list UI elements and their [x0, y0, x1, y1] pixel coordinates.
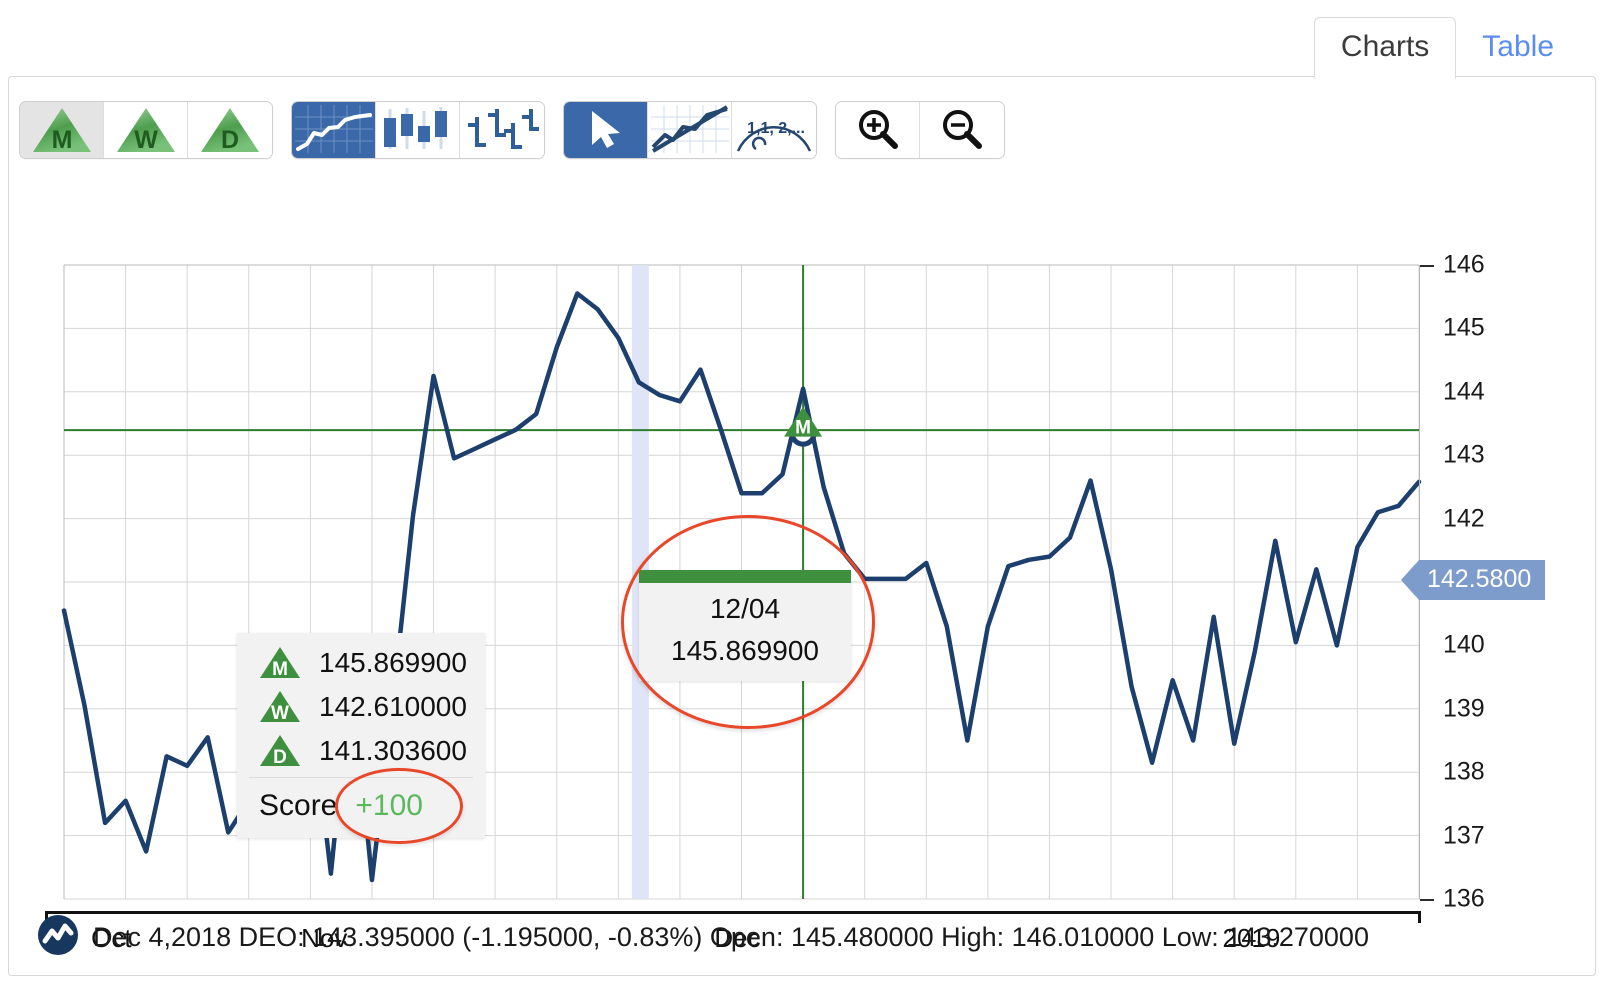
svg-text:W: W — [271, 703, 289, 724]
chart-type-button-candlestick[interactable] — [376, 102, 460, 158]
y-axis-tick-label: 140 — [1443, 630, 1485, 659]
svg-text:W: W — [134, 126, 158, 154]
cursor-arrow-icon — [566, 104, 645, 156]
status-quote-text: Dec 4,2018 DEO: 143.395000 (-1.195000, -… — [93, 922, 1369, 952]
fibonacci-label: 1,1, 2,... — [747, 120, 805, 137]
chart-wave-icon — [37, 914, 79, 961]
y-axis-tick-label: 146 — [1443, 250, 1485, 279]
status-bar: Dec 4,2018 DEO: 143.395000 (-1.195000, -… — [9, 914, 1595, 961]
svg-text:M: M — [272, 659, 288, 680]
zoom-in-button[interactable] — [836, 102, 920, 158]
charts-app: Charts Table M W D 1,1, 2,... M 146 145 … — [0, 0, 1604, 986]
callout-top-bar — [639, 570, 851, 583]
y-axis-tick-label: 144 — [1443, 377, 1485, 406]
line-chart-icon — [294, 104, 373, 156]
triangle-m-icon: M — [31, 106, 93, 154]
chart-type-button-line[interactable] — [292, 102, 376, 158]
tool-button-cursor[interactable] — [564, 102, 648, 158]
candlestick-chart-icon — [379, 105, 457, 156]
chart-area[interactable]: M 146145144143142141140139138137136 OctN… — [9, 175, 1595, 975]
svg-text:D: D — [221, 126, 239, 154]
chart-toolbar: M W D 1,1, 2,... — [19, 101, 1005, 159]
chart-type-button-group — [291, 101, 545, 159]
callout-date: 12/04 — [709, 593, 781, 624]
svg-text:M: M — [51, 126, 72, 154]
legend-value-monthly: 145.869900 — [319, 647, 467, 678]
legend-score-row: Score +100 — [237, 768, 485, 844]
y-axis-tick-dash — [1420, 265, 1434, 267]
tab-charts[interactable]: Charts — [1313, 17, 1457, 79]
triangle-d-icon: D — [259, 734, 301, 768]
legend-row-daily: D 141.303600 — [237, 729, 485, 773]
y-axis-tick-label: 145 — [1443, 313, 1485, 342]
zoom-in-icon — [850, 105, 906, 156]
timeframe-button-monthly[interactable]: M — [20, 102, 104, 158]
y-axis-tick-label: 137 — [1443, 821, 1485, 850]
tool-button-trendline[interactable] — [648, 102, 732, 158]
legend-row-weekly: W 142.610000 — [237, 685, 485, 729]
legend-value-daily: 141.303600 — [319, 735, 467, 766]
ohlc-bar-chart-icon — [463, 105, 541, 156]
zoom-out-icon — [934, 105, 990, 156]
y-axis-tick-label: 136 — [1443, 884, 1485, 913]
y-axis-tick-label: 142 — [1443, 504, 1485, 533]
tab-bar: Charts Table — [0, 0, 1604, 79]
chart-panel: M W D 1,1, 2,... M 146 145 144 143 142 1… — [8, 76, 1596, 976]
svg-text:M: M — [795, 418, 811, 439]
fibonacci-icon: 1,1, 2,... — [734, 105, 814, 156]
legend-row-monthly: M 145.869900 — [237, 641, 485, 685]
timeframe-button-group: M W D — [19, 101, 273, 159]
timeframe-button-weekly[interactable]: W — [104, 102, 188, 158]
point-callout-box: 12/04 145.869900 — [639, 570, 851, 681]
zoom-button-group — [835, 101, 1005, 159]
y-axis-tick-label: 138 — [1443, 757, 1485, 786]
triangle-w-icon: W — [259, 690, 301, 724]
timeframe-button-daily[interactable]: D — [188, 102, 272, 158]
y-axis-tick-dash — [1420, 899, 1434, 901]
chart-type-button-ohlc[interactable] — [460, 102, 544, 158]
zoom-out-button[interactable] — [920, 102, 1004, 158]
triangle-m-icon: M — [259, 646, 301, 680]
triangle-w-icon: W — [115, 106, 177, 154]
trendline-icon — [650, 104, 729, 156]
indicator-legend-box: M 145.869900 W 142.610000 D 141.303600 S… — [237, 633, 485, 844]
score-value: +100 — [355, 789, 423, 822]
tool-button-fibonacci[interactable]: 1,1, 2,... — [732, 102, 816, 158]
triangle-d-icon: D — [199, 106, 261, 154]
legend-value-weekly: 142.610000 — [319, 691, 467, 722]
y-axis-tick-label: 139 — [1443, 694, 1485, 723]
drawing-tools-button-group: 1,1, 2,... — [563, 101, 817, 159]
last-price-tag: 142.5800 — [1400, 559, 1546, 600]
svg-text:D: D — [273, 747, 287, 768]
callout-price: 145.869900 — [671, 635, 819, 666]
tab-table[interactable]: Table — [1456, 18, 1580, 78]
y-axis-tick-label: 143 — [1443, 440, 1485, 469]
score-label: Score — [259, 789, 338, 822]
